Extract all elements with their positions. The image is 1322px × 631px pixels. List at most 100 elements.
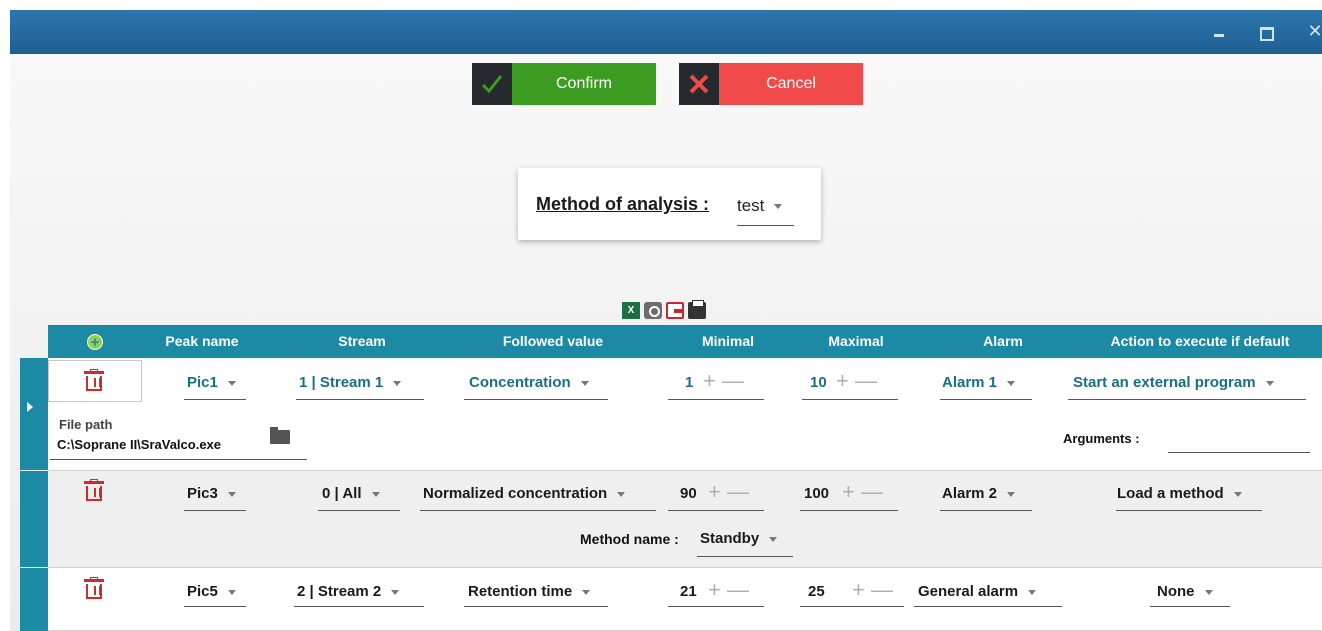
plus-minus-stepper[interactable]: + — [708, 479, 749, 505]
chevron-down-icon [227, 491, 236, 497]
stream-select[interactable]: 1 | Stream 1 [299, 374, 402, 391]
plus-minus-stepper[interactable]: + — [852, 577, 893, 603]
minimal-value[interactable]: 90 [680, 485, 697, 502]
underline [184, 510, 246, 511]
print-icon[interactable] [688, 300, 706, 319]
underline [184, 606, 246, 607]
underline [697, 556, 793, 557]
maximal-value[interactable]: 25 [808, 583, 825, 600]
underline [800, 606, 904, 607]
plus-minus-stepper[interactable]: + — [708, 577, 749, 603]
export-icon[interactable] [666, 302, 684, 319]
trash-icon[interactable] [84, 577, 104, 599]
stream-select[interactable]: 2 | Stream 2 [297, 583, 400, 600]
underline [1168, 452, 1310, 453]
row-1-selector[interactable] [20, 358, 48, 470]
chevron-down-icon [1007, 380, 1016, 386]
chevron-down-icon [391, 589, 400, 595]
peak-select[interactable]: Pic1 [187, 374, 236, 391]
underline [668, 606, 764, 607]
x-icon [679, 63, 719, 105]
chevron-down-icon [582, 589, 591, 595]
followed-value-select[interactable]: Normalized concentration [423, 485, 626, 502]
chevron-down-icon [227, 589, 236, 595]
action-select[interactable]: Load a method [1117, 485, 1242, 502]
file-path-value[interactable]: C:\Soprane II\SraValco.exe [57, 437, 221, 452]
checkmark-icon [472, 63, 512, 105]
chevron-down-icon [1028, 589, 1037, 595]
underline [914, 606, 1062, 607]
action-select[interactable]: Start an external program [1073, 374, 1274, 391]
underline [296, 399, 424, 400]
underline [1068, 399, 1306, 400]
underline [800, 510, 898, 511]
col-peak-name[interactable]: Peak name [142, 325, 262, 358]
chevron-down-icon [617, 491, 626, 497]
chevron-down-icon [1265, 380, 1274, 386]
col-maximal[interactable]: Maximal [796, 325, 916, 358]
trash-icon[interactable] [84, 369, 104, 391]
chevron-down-icon [769, 536, 778, 542]
chevron-down-icon [393, 380, 402, 386]
row-2-selector[interactable] [20, 471, 48, 567]
maximal-value[interactable]: 10 [810, 374, 827, 391]
followed-value-select[interactable]: Retention time [468, 583, 591, 600]
underline [802, 399, 898, 400]
title-bar: ✕ [10, 10, 1322, 54]
underline [940, 510, 1032, 511]
col-stream[interactable]: Stream [302, 325, 422, 358]
underline [294, 606, 424, 607]
confirm-button[interactable]: Confirm [472, 63, 656, 105]
underline [464, 399, 608, 400]
cancel-label: Cancel [719, 63, 863, 105]
col-action[interactable]: Action to execute if default [1078, 325, 1322, 358]
stream-select[interactable]: 0 | All [322, 485, 380, 502]
minimal-value[interactable]: 1 [685, 374, 693, 391]
camera-icon[interactable] [644, 302, 662, 319]
col-minimal[interactable]: Minimal [668, 325, 788, 358]
alarm-select[interactable]: Alarm 2 [942, 485, 1016, 502]
minimize-button[interactable] [1210, 22, 1228, 40]
underline [420, 510, 656, 511]
confirm-label: Confirm [512, 63, 656, 105]
underline [184, 399, 246, 400]
col-alarm[interactable]: Alarm [938, 325, 1068, 358]
arguments-label: Arguments : [1063, 431, 1140, 446]
underline [1150, 606, 1230, 607]
row-3-selector[interactable] [20, 568, 48, 631]
plus-minus-stepper[interactable]: + — [836, 368, 877, 394]
action-select[interactable]: None [1157, 583, 1213, 600]
col-followed-value[interactable]: Followed value [448, 325, 658, 358]
maximal-value[interactable]: 100 [804, 485, 829, 502]
underline [668, 510, 764, 511]
trash-icon[interactable] [84, 479, 104, 501]
chevron-down-icon [1233, 491, 1242, 497]
plus-minus-stepper[interactable]: + — [703, 368, 744, 394]
method-select[interactable]: test [737, 192, 794, 226]
alarm-select[interactable]: General alarm [918, 583, 1037, 600]
method-card: Method of analysis : test [518, 168, 821, 240]
method-value: test [737, 196, 765, 215]
folder-icon[interactable] [270, 427, 290, 444]
underline [1116, 510, 1262, 511]
peak-select[interactable]: Pic5 [187, 583, 236, 600]
followed-value-select[interactable]: Concentration [469, 374, 589, 391]
cancel-button[interactable]: Cancel [679, 63, 863, 105]
table-header: + Peak name Stream Followed value Minima… [48, 325, 1322, 358]
expand-arrow-icon [27, 402, 33, 412]
chevron-down-icon [580, 380, 589, 386]
plus-minus-stepper[interactable]: + — [842, 479, 883, 505]
underline [464, 606, 608, 607]
table-toolbar: X [622, 300, 706, 320]
excel-export-icon[interactable]: X [622, 302, 640, 319]
add-circle-icon: + [87, 334, 103, 351]
add-row-button[interactable]: + [48, 325, 142, 358]
chevron-down-icon [1007, 491, 1016, 497]
alarm-select[interactable]: Alarm 1 [942, 374, 1016, 391]
close-button[interactable]: ✕ [1306, 22, 1322, 40]
underline [668, 399, 764, 400]
maximize-button[interactable] [1256, 22, 1274, 41]
peak-select[interactable]: Pic3 [187, 485, 236, 502]
method-name-select[interactable]: Standby [700, 530, 778, 547]
minimal-value[interactable]: 21 [680, 583, 697, 600]
